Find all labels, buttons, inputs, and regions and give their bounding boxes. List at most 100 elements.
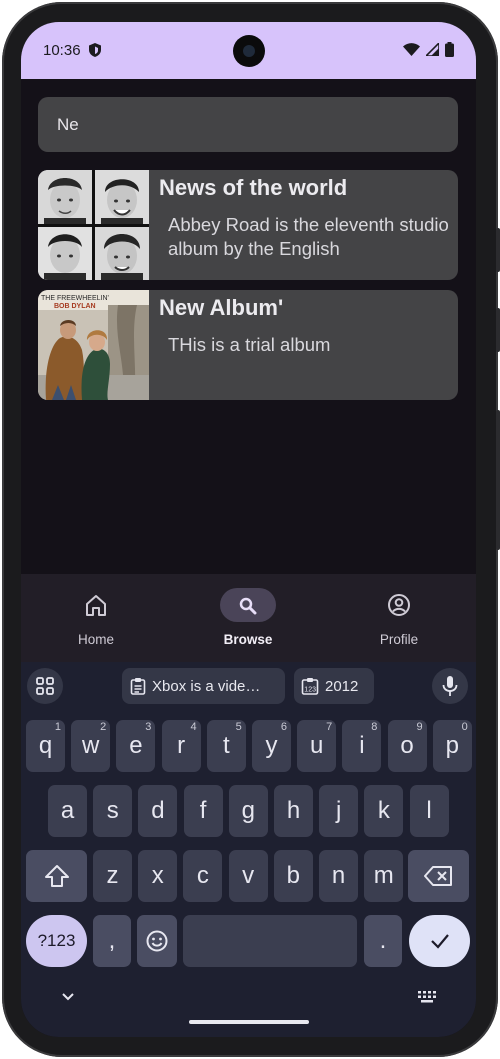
- battery-icon: [445, 42, 454, 57]
- bottom-navigation: Home Browse Profile: [21, 574, 476, 662]
- clipboard-suggestion[interactable]: 123 2012: [294, 668, 374, 704]
- search-input[interactable]: Ne: [38, 97, 458, 152]
- key-label: d: [151, 797, 165, 824]
- power-button: [496, 410, 500, 550]
- key-h[interactable]: h: [274, 785, 313, 837]
- key-d[interactable]: d: [138, 785, 178, 837]
- account-circle-icon: [388, 594, 410, 616]
- nav-label: Browse: [223, 632, 273, 647]
- key-y[interactable]: y6: [252, 720, 291, 772]
- key-g[interactable]: g: [228, 785, 268, 837]
- result-description: THis is a trial album: [168, 334, 331, 355]
- key-label: h: [286, 797, 301, 824]
- key-e[interactable]: e3: [116, 720, 156, 772]
- shift-icon: [44, 865, 69, 887]
- key-c[interactable]: c: [183, 850, 223, 902]
- signal-icon: [426, 43, 439, 56]
- keyboard-switch-icon[interactable]: [417, 990, 437, 1004]
- key-label: r: [177, 732, 186, 759]
- checkmark-icon: [430, 934, 449, 949]
- result-title: New Album': [159, 295, 284, 320]
- screen: 10:36 Ne News of the world Abbey Road is…: [21, 22, 476, 1037]
- key-label: n: [331, 862, 346, 889]
- volume-button: [496, 228, 500, 272]
- key-hint: 4: [190, 721, 197, 733]
- key-i[interactable]: i8: [342, 720, 382, 772]
- result-title: News of the world: [159, 175, 348, 200]
- system-navigation-bar: [21, 982, 476, 1037]
- nav-item-home[interactable]: Home: [36, 574, 156, 662]
- key-label: o: [400, 732, 414, 759]
- key-v[interactable]: v: [228, 850, 268, 902]
- album-cover: THE FREEWHEELIN' BOB DYLAN: [38, 290, 149, 400]
- chevron-down-icon[interactable]: [61, 992, 75, 1002]
- key-label: a: [60, 797, 75, 824]
- key-t[interactable]: t5: [206, 720, 246, 772]
- wifi-icon: [403, 43, 420, 56]
- status-icons: [403, 42, 454, 57]
- symbols-key[interactable]: ?123: [26, 915, 87, 967]
- key-hint: 9: [416, 721, 423, 733]
- key-m[interactable]: m: [364, 850, 404, 902]
- key-x[interactable]: x: [138, 850, 178, 902]
- home-indicator[interactable]: [189, 1020, 309, 1024]
- backspace-key[interactable]: [408, 850, 469, 902]
- home-icon: [86, 595, 106, 616]
- key-j[interactable]: j: [319, 785, 359, 837]
- voice-input-button[interactable]: [432, 668, 468, 704]
- enter-key[interactable]: [409, 915, 470, 967]
- key-s[interactable]: s: [93, 785, 133, 837]
- result-card[interactable]: News of the world Abbey Road is the elev…: [38, 170, 458, 280]
- apps-grid-button[interactable]: [27, 668, 63, 704]
- emoji-key[interactable]: [137, 915, 177, 967]
- phone: 10:36 Ne News of the world Abbey Road is…: [0, 0, 500, 1059]
- key-o[interactable]: o9: [387, 720, 427, 772]
- key-label: k: [377, 797, 390, 824]
- result-description: Abbey Road is the eleventh studio album …: [168, 214, 449, 259]
- nav-label: Home: [77, 632, 114, 647]
- key-q[interactable]: q1: [26, 720, 65, 772]
- key-p[interactable]: p0: [432, 720, 472, 772]
- key-label: u: [310, 732, 324, 759]
- result-card[interactable]: THE FREEWHEELIN' BOB DYLAN New Album' TH…: [38, 290, 458, 400]
- volume-button-2: [496, 308, 500, 352]
- shift-key[interactable]: [26, 850, 87, 902]
- period-key[interactable]: .: [364, 915, 402, 967]
- key-a[interactable]: a: [48, 785, 87, 837]
- key-w[interactable]: w2: [71, 720, 111, 772]
- nav-item-browse[interactable]: Browse: [188, 574, 308, 662]
- key-z[interactable]: z: [93, 850, 132, 902]
- key-label: s: [106, 797, 119, 824]
- key-label: f: [199, 797, 207, 824]
- clipboard-suggestion[interactable]: Xbox is a vide…: [122, 668, 285, 704]
- key-label: l: [426, 797, 432, 824]
- key-label: j: [336, 797, 342, 824]
- key-r[interactable]: r4: [161, 720, 201, 772]
- key-u[interactable]: u7: [297, 720, 337, 772]
- key-label: i: [359, 732, 365, 759]
- cover-text: BOB DYLAN: [54, 303, 96, 310]
- key-label: p: [445, 732, 459, 759]
- camera-cutout: [233, 35, 265, 67]
- key-label: e: [129, 732, 143, 759]
- space-key[interactable]: [183, 915, 357, 967]
- key-label: v: [242, 862, 255, 889]
- suggestion-text: Xbox is a vide…: [152, 677, 261, 695]
- key-l[interactable]: l: [409, 785, 449, 837]
- key-label: q: [38, 732, 53, 759]
- emoji-icon: [146, 930, 168, 952]
- comma-key[interactable]: ,: [93, 915, 131, 967]
- key-n[interactable]: n: [319, 850, 358, 902]
- key-k[interactable]: k: [364, 785, 404, 837]
- key-hint: 7: [326, 721, 333, 733]
- key-hint: 8: [371, 721, 378, 733]
- key-label: t: [222, 732, 230, 759]
- key-label: m: [373, 862, 394, 889]
- grid-icon: [36, 677, 54, 695]
- status-bar: 10:36: [21, 22, 476, 79]
- key-hint: 1: [54, 721, 61, 733]
- status-time: 10:36: [43, 42, 81, 59]
- nav-item-profile[interactable]: Profile: [339, 574, 459, 662]
- key-f[interactable]: f: [183, 785, 223, 837]
- key-b[interactable]: b: [273, 850, 313, 902]
